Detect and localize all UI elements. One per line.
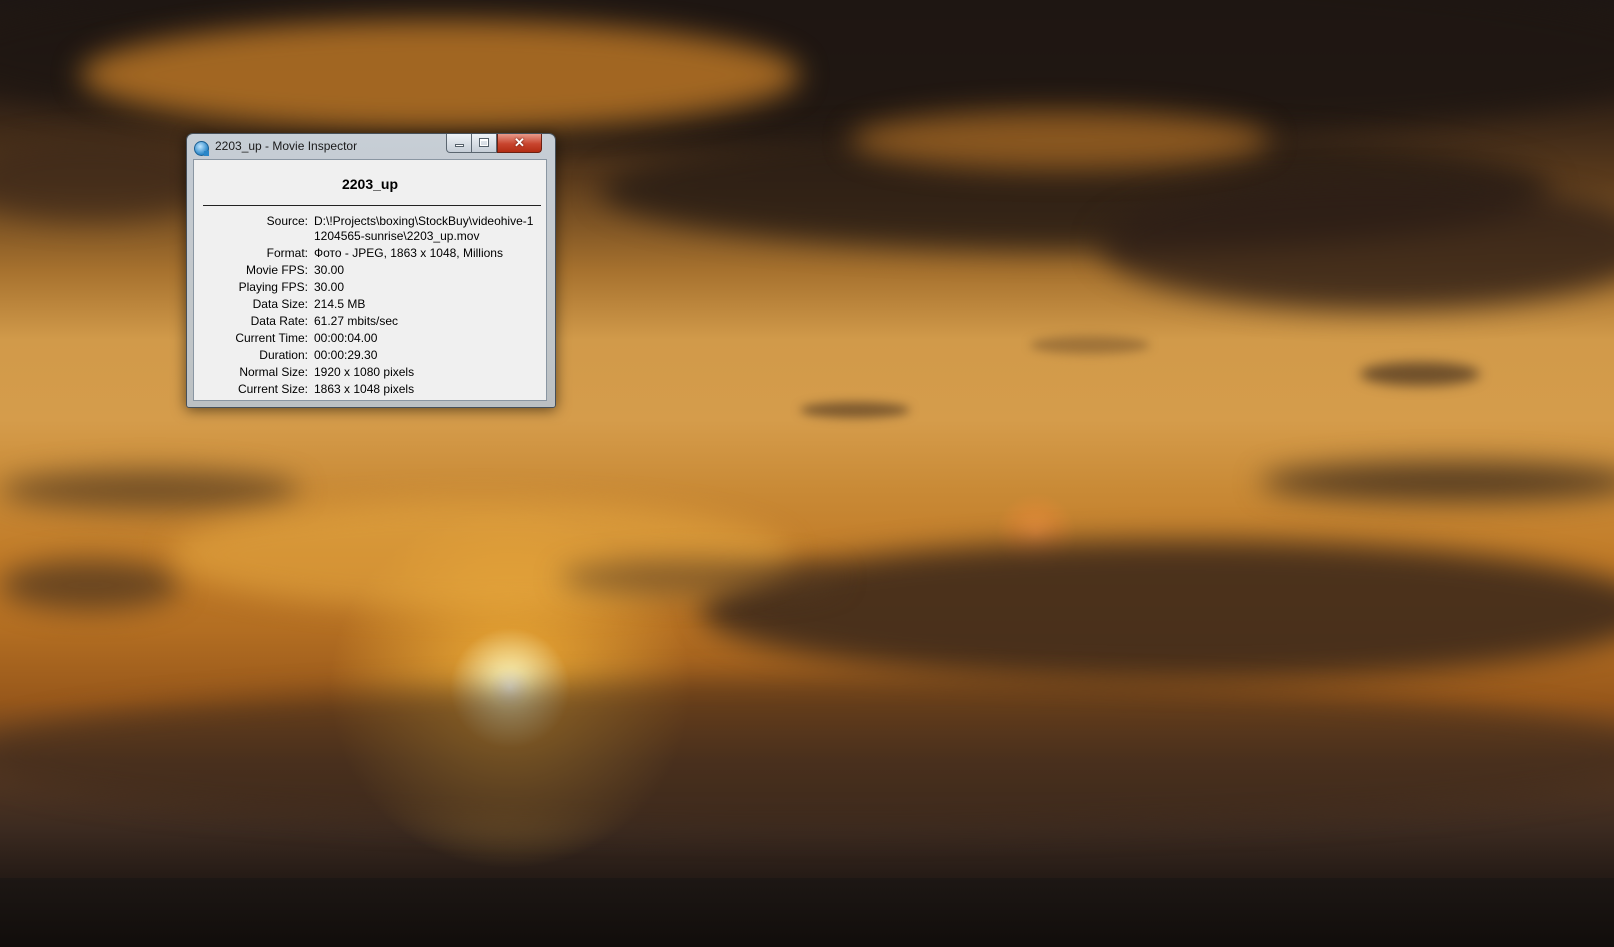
movie-inspector-window[interactable]: 2203_up - Movie Inspector ✕ 2203_up Sour… — [186, 133, 556, 408]
field-label: Normal Size: — [239, 365, 308, 379]
info-row-current-time: Current Time: 00:00:04.00 — [194, 331, 546, 346]
field-value: 30.00 — [314, 280, 345, 294]
info-row-duration: Duration: 00:00:29.30 — [194, 348, 546, 363]
cloud — [0, 560, 180, 610]
divider — [203, 205, 541, 206]
field-value: 00:00:04.00 — [314, 331, 378, 345]
field-label: Data Rate: — [250, 314, 308, 328]
field-label: Format: — [266, 246, 308, 260]
cloud — [1260, 462, 1614, 502]
info-row-playing-fps: Playing FPS: 30.00 — [194, 280, 546, 295]
field-label: Current Size: — [237, 382, 308, 396]
cloud — [1360, 362, 1480, 386]
cloud — [700, 540, 1614, 680]
field-value: 1863 x 1048 pixels — [314, 382, 415, 396]
info-row-format: Format: Фото - JPEG, 1863 x 1048, Millio… — [194, 246, 546, 261]
cloud — [0, 470, 300, 510]
field-value: 1920 x 1080 pixels — [314, 365, 415, 379]
horizon-ground — [0, 878, 1614, 947]
field-value: D:\!Projects\boxing\StockBuy\videohive-1… — [314, 214, 534, 243]
field-label: Current Time: — [235, 331, 308, 345]
maximize-button[interactable] — [472, 134, 497, 153]
field-label: Source: — [266, 214, 308, 228]
close-icon: ✕ — [514, 135, 525, 150]
info-row-current-size: Current Size: 1863 x 1048 pixels — [194, 382, 546, 397]
window-title: 2203_up - Movie Inspector — [215, 139, 358, 153]
info-row-data-size: Data Size: 214.5 MB — [194, 297, 546, 312]
field-label: Data Size: — [252, 297, 308, 311]
cloud — [850, 110, 1270, 170]
info-row-source: Source: D:\!Projects\boxing\StockBuy\vid… — [194, 214, 546, 244]
quicktime-icon — [194, 141, 209, 156]
field-value: 214.5 MB — [314, 297, 366, 311]
close-button[interactable]: ✕ — [497, 134, 542, 153]
field-label: Duration: — [259, 348, 308, 362]
cloud — [80, 20, 800, 130]
movie-name: 2203_up — [341, 176, 399, 192]
field-value: 00:00:29.30 — [314, 348, 378, 362]
maximize-icon — [479, 138, 489, 147]
info-row-movie-fps: Movie FPS: 30.00 — [194, 263, 546, 278]
field-label: Movie FPS: — [245, 263, 308, 277]
minimize-button[interactable] — [446, 134, 472, 153]
inspector-panel: 2203_up Source: D:\!Projects\boxing\Stoc… — [193, 159, 547, 401]
info-list: Source: D:\!Projects\boxing\StockBuy\vid… — [194, 214, 546, 399]
cloud — [560, 560, 840, 596]
title-bar[interactable]: 2203_up - Movie Inspector ✕ — [187, 134, 555, 158]
field-label: Playing FPS: — [238, 280, 308, 294]
info-row-data-rate: Data Rate: 61.27 mbits/sec — [194, 314, 546, 329]
cloud — [1100, 180, 1614, 310]
field-value: 61.27 mbits/sec — [314, 314, 399, 328]
cloud — [800, 402, 910, 418]
field-value: 30.00 — [314, 263, 345, 277]
field-value: Фото - JPEG, 1863 x 1048, Millions — [314, 246, 503, 260]
cloud — [0, 680, 1614, 830]
minimize-icon — [455, 144, 464, 147]
cloud — [1030, 336, 1150, 354]
info-row-normal-size: Normal Size: 1920 x 1080 pixels — [194, 365, 546, 380]
